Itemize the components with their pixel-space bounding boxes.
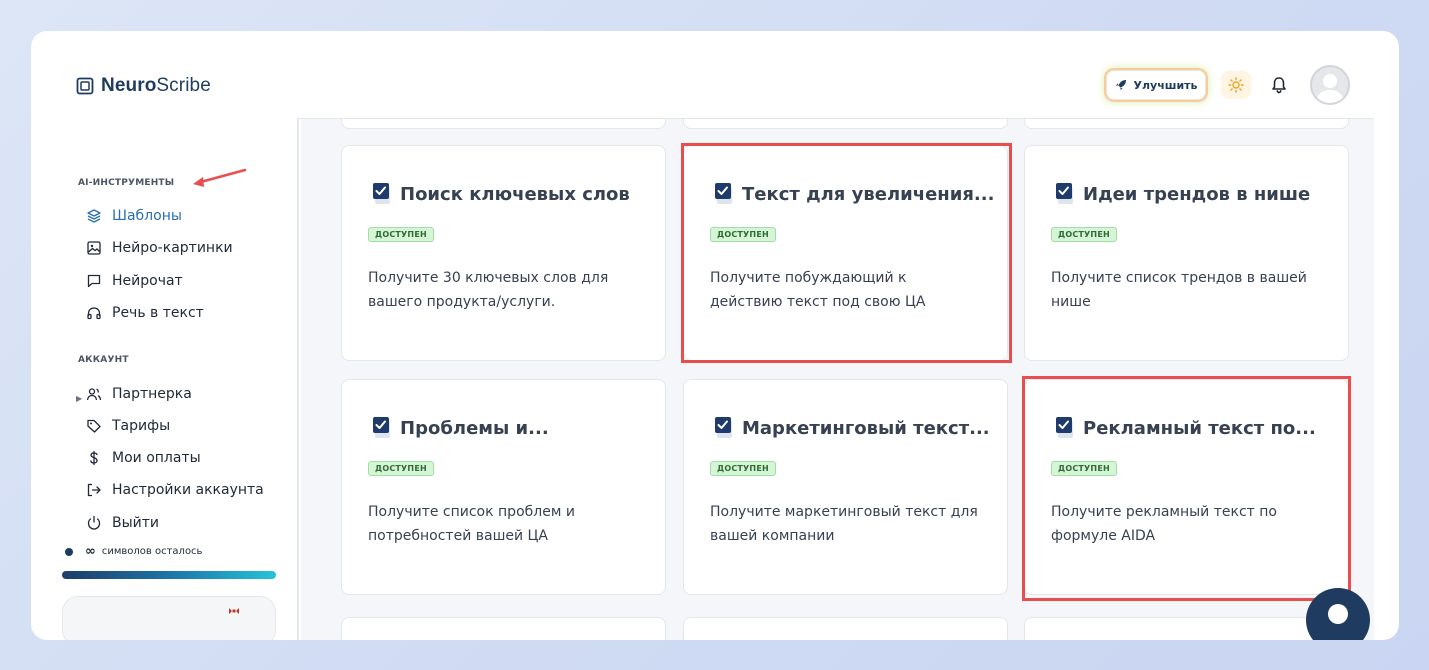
card-title: Маркетинговый текст... xyxy=(714,416,990,440)
chat-icon xyxy=(87,274,101,288)
card-title: Поиск ключевых слов xyxy=(372,182,630,206)
app-window: NeuroScribe Улучшить AI-ИНСТРУМЕНТЫ Шабл… xyxy=(31,31,1399,640)
avatar[interactable] xyxy=(1310,65,1350,105)
status-dot xyxy=(65,547,73,556)
users-icon xyxy=(86,388,102,401)
template-card-marketing-text[interactable]: Маркетинговый текст... ДОСТУПЕН Получите… xyxy=(683,379,1008,595)
sidebar-item-account-settings[interactable]: Настройки аккаунта xyxy=(86,480,264,500)
sidebar-item-logout[interactable]: Выйти xyxy=(86,513,159,533)
layers-icon xyxy=(87,209,101,223)
status-badge: ДОСТУПЕН xyxy=(368,227,434,242)
annotation-arrow-icon xyxy=(193,168,247,187)
tag-icon xyxy=(87,419,101,433)
template-card-problems[interactable]: Проблемы и... ДОСТУПЕН Получите список п… xyxy=(341,379,666,595)
section-title-tools: AI-ИНСТРУМЕНТЫ xyxy=(78,178,175,188)
card-description: Получите список трендов в вашей нише xyxy=(1051,270,1307,310)
checkbox-checked-icon xyxy=(715,183,732,204)
sidebar-item-tariffs[interactable]: Тарифы xyxy=(86,416,170,436)
sidebar: AI-ИНСТРУМЕНТЫ Шаблоны Нейро-картинки Не… xyxy=(31,118,299,640)
sidebar-item-label: Речь в текст xyxy=(112,305,204,321)
card-title: Текст для увеличения... xyxy=(714,182,994,206)
card-description: Получите маркетинговый текст для вашей к… xyxy=(710,504,978,544)
headphones-icon xyxy=(87,307,101,320)
sidebar-item-neurochat[interactable]: Нейрочат xyxy=(86,271,183,291)
symbols-label: символов осталось xyxy=(101,546,203,557)
gift-icon xyxy=(229,608,239,614)
templates-grid: Поиск ключевых слов ДОСТУПЕН Получите 30… xyxy=(301,119,1374,640)
image-icon xyxy=(87,241,101,255)
progress-fill xyxy=(62,571,276,579)
sidebar-item-label: Тарифы xyxy=(112,418,171,434)
checkbox-checked-icon xyxy=(1056,183,1073,204)
status-badge: ДОСТУПЕН xyxy=(368,461,434,476)
card-description: Получите список проблем и потребностей в… xyxy=(368,504,575,544)
upgrade-button[interactable]: Улучшить xyxy=(1106,70,1206,100)
card-description: Получите побуждающий к действию текст по… xyxy=(710,270,926,310)
card-title: Рекламный текст по... xyxy=(1055,416,1316,440)
caret-right-icon[interactable]: ▶ xyxy=(76,394,82,403)
template-card-increase-text[interactable]: Текст для увеличения... ДОСТУПЕН Получит… xyxy=(683,145,1008,361)
card-description: Получите 30 ключевых слов для вашего про… xyxy=(368,270,609,310)
sidebar-item-label: Партнерка xyxy=(112,386,192,402)
template-card-partial[interactable] xyxy=(683,617,1008,640)
sidebar-item-label: Нейрочат xyxy=(112,273,183,289)
sidebar-item-label: Мои оплаты xyxy=(112,450,201,466)
logo-icon xyxy=(76,77,94,95)
template-card-keywords[interactable]: Поиск ключевых слов ДОСТУПЕН Получите 30… xyxy=(341,145,666,361)
sidebar-item-label: Настройки аккаунта xyxy=(112,482,264,498)
template-card-partial[interactable] xyxy=(1024,617,1349,640)
promo-card[interactable] xyxy=(62,596,276,640)
checkbox-checked-icon xyxy=(715,417,732,438)
template-card-trend-ideas[interactable]: Идеи трендов в нише ДОСТУПЕН Получите сп… xyxy=(1024,145,1349,361)
symbols-value: ∞ xyxy=(85,544,96,559)
template-card-partial[interactable] xyxy=(1024,119,1349,129)
bell-icon[interactable] xyxy=(1269,75,1289,95)
checkbox-checked-icon xyxy=(373,417,390,438)
card-title: Проблемы и... xyxy=(372,416,549,440)
symbols-remaining: ∞ символов осталось xyxy=(65,544,202,559)
sidebar-item-partner[interactable]: Партнерка xyxy=(86,384,192,404)
checkbox-checked-icon xyxy=(1056,417,1073,438)
logout-arrow-icon xyxy=(87,483,101,497)
template-card-ad-text[interactable]: Рекламный текст по... ДОСТУПЕН Получите … xyxy=(1024,379,1349,595)
status-badge: ДОСТУПЕН xyxy=(710,461,776,476)
section-title-account: АККАУНТ xyxy=(78,355,129,365)
sidebar-item-neuro-images[interactable]: Нейро-картинки xyxy=(86,238,233,258)
logo[interactable]: NeuroScribe xyxy=(76,75,211,97)
upgrade-label: Улучшить xyxy=(1133,78,1198,92)
template-card-partial[interactable] xyxy=(341,617,666,640)
card-title: Идеи трендов в нише xyxy=(1055,182,1310,206)
template-card-partial[interactable] xyxy=(683,119,1008,129)
theme-toggle-button[interactable] xyxy=(1221,71,1251,99)
rocket-icon xyxy=(1115,80,1126,90)
user-avatar-icon xyxy=(1316,74,1344,103)
logo-text: NeuroScribe xyxy=(101,75,211,96)
sun-icon xyxy=(1228,77,1244,93)
power-icon xyxy=(87,515,101,530)
checkbox-checked-icon xyxy=(373,183,390,204)
card-description: Получите рекламный текст по формуле AIDA xyxy=(1051,504,1277,544)
sidebar-item-my-payments[interactable]: Мои оплаты xyxy=(86,448,201,468)
sidebar-item-label: Нейро-картинки xyxy=(112,240,233,256)
sidebar-item-label: Выйти xyxy=(112,515,160,531)
template-card-partial[interactable] xyxy=(341,119,666,129)
symbols-progress-bar xyxy=(62,571,276,579)
dollar-icon xyxy=(90,450,98,466)
status-badge: ДОСТУПЕН xyxy=(1051,227,1117,242)
status-badge: ДОСТУПЕН xyxy=(1051,461,1117,476)
status-badge: ДОСТУПЕН xyxy=(710,227,776,242)
sidebar-item-speech-to-text[interactable]: Речь в текст xyxy=(86,303,204,323)
sidebar-item-templates[interactable]: Шаблоны xyxy=(86,206,182,226)
sidebar-item-label: Шаблоны xyxy=(112,208,182,224)
